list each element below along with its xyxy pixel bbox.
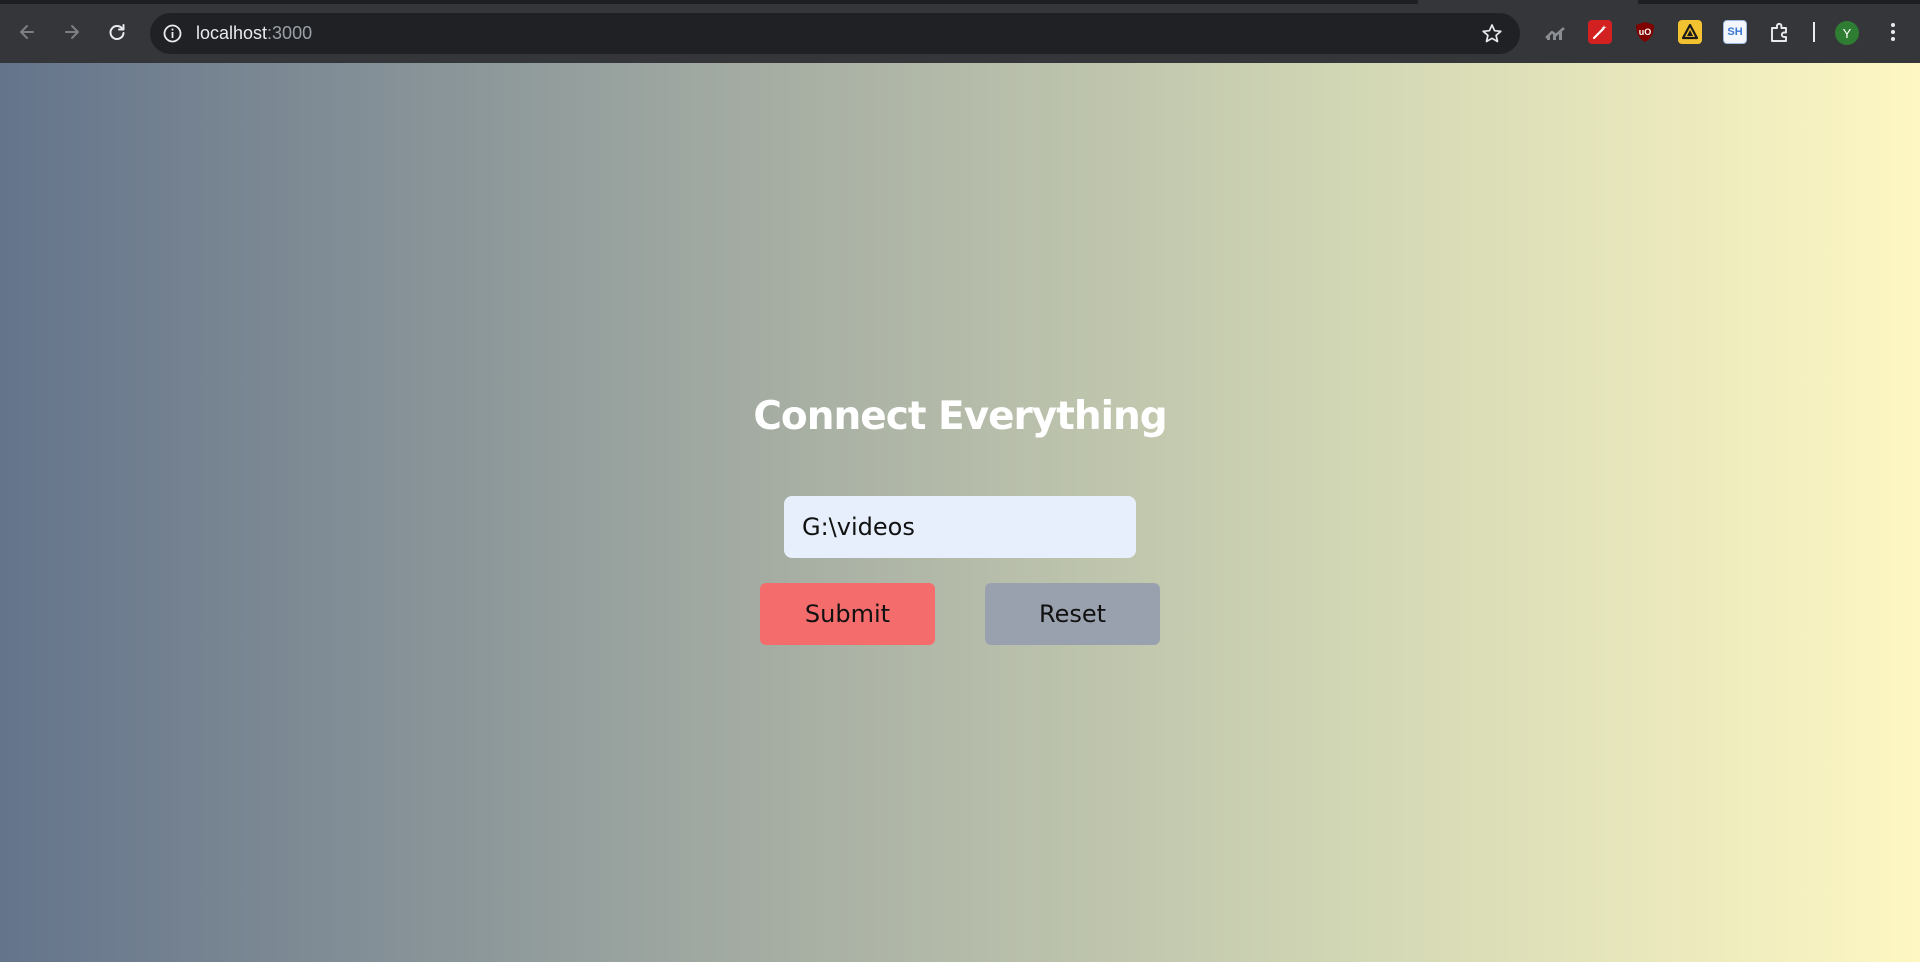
sh-extension-icon[interactable]: SH [1723,20,1747,44]
ublock-label: uO [1638,27,1652,37]
profile-avatar[interactable]: Y [1835,21,1859,45]
tab-strip [0,0,1920,4]
ublock-extension-icon[interactable]: uO [1633,20,1657,44]
star-icon[interactable] [1480,22,1504,46]
browser-toolbar: localhost:3000 uO SH Y [0,0,1920,63]
chart-extension-icon[interactable] [1543,20,1567,44]
puzzle-glyph [1771,22,1787,42]
page-title: Connect Everything [753,394,1167,439]
arrow-right-icon [65,25,79,39]
submit-button[interactable]: Submit [760,583,935,645]
chart-extension-glyph [1545,27,1565,40]
arrow-left-icon [20,25,34,39]
sh-extension-label: SH [1727,26,1743,38]
puzzle-extensions-icon[interactable] [1768,20,1792,44]
page-viewport: Connect Everything Submit Reset [0,63,1920,962]
toolbar-divider [1813,22,1815,42]
url-host: localhost [196,23,268,43]
reload-button[interactable] [99,14,135,50]
more-vert-icon[interactable] [1881,20,1905,44]
info-icon[interactable] [162,23,183,44]
path-input[interactable] [784,496,1136,558]
reset-button[interactable]: Reset [985,583,1160,645]
reload-icon [109,24,125,40]
address-bar[interactable]: localhost:3000 [150,13,1520,54]
back-button[interactable] [9,14,45,50]
browser-window: localhost:3000 uO SH Y Connect Everythin… [0,0,1920,962]
forward-button[interactable] [54,14,90,50]
active-tab-edge [1418,0,1638,4]
url-text[interactable]: localhost:3000 [196,13,312,54]
wand-glyph [1592,25,1607,40]
url-port: :3000 [267,23,313,43]
triangle-extension-icon[interactable] [1678,20,1702,44]
magic-wand-extension-icon[interactable] [1588,20,1612,44]
triangle-glyph [1681,23,1699,40]
